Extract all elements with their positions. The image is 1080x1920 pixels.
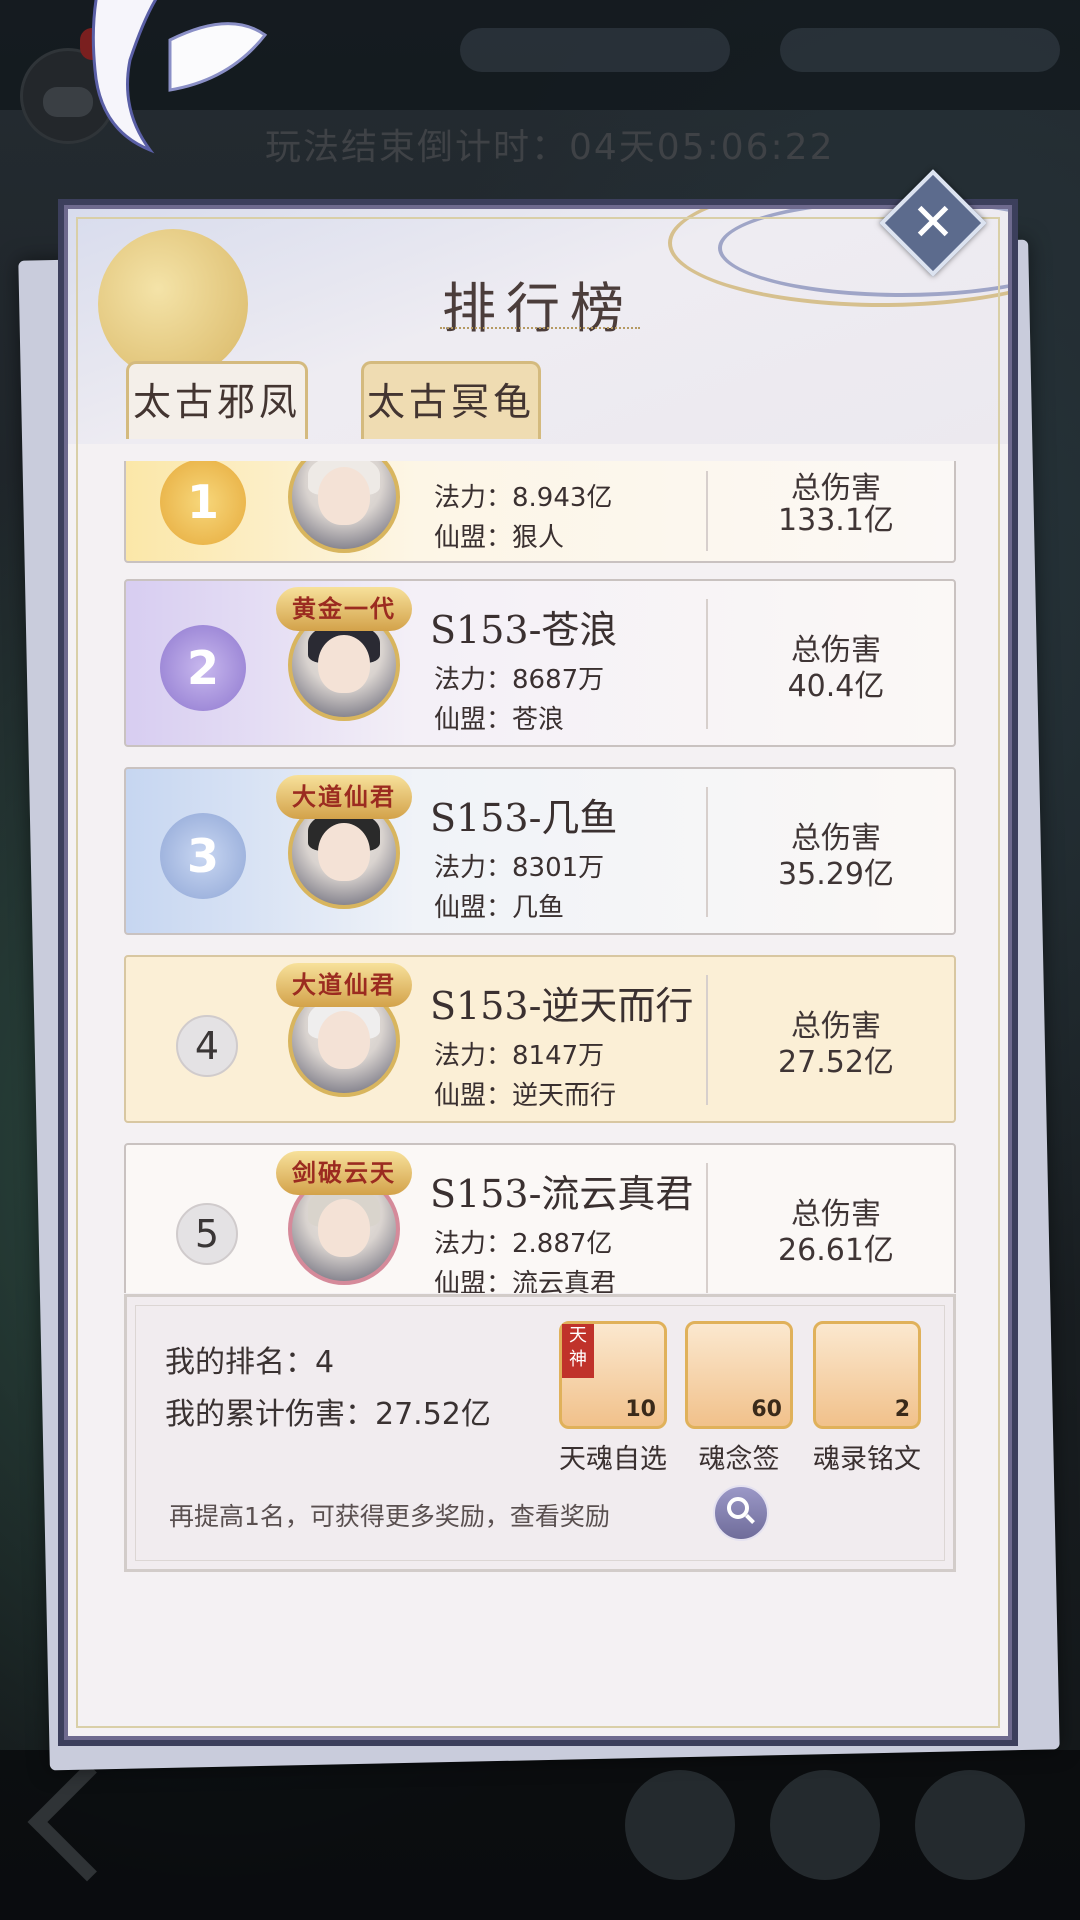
bottom-menu-icon-2[interactable]	[770, 1770, 880, 1880]
avatar-face	[318, 823, 370, 881]
leaderboard-panel: 排行榜 太古邪凤 太古冥龟 1 法力：8.943亿 仙盟：狠人 总伤害 133.…	[64, 205, 1012, 1740]
my-ranking-summary: 我的排名：4 我的累计伤害：27.52亿 天神 10 天魂自选 60 魂念签 2…	[124, 1294, 956, 1572]
title-crest: 黄金一代	[276, 587, 412, 631]
reward-label: 天魂自选	[559, 1444, 667, 1475]
rank-badge-blue: 3	[160, 813, 246, 899]
player-guild: 仙盟：狠人	[434, 523, 565, 553]
ranking-row[interactable]: 1 法力：8.943亿 仙盟：狠人 总伤害 133.1亿	[124, 461, 956, 563]
ranking-row[interactable]: 2 黄金一代 S153-苍浪 法力：8687万 仙盟：苍浪 总伤害 40.4亿	[124, 579, 956, 747]
player-name: S153-几鱼	[430, 796, 618, 840]
row-divider	[706, 975, 708, 1105]
player-power: 法力：8147万	[434, 1041, 605, 1071]
crane-decoration	[91, 0, 268, 154]
player-power: 法力：2.887亿	[434, 1229, 613, 1259]
reward-label: 魂录铭文	[813, 1444, 921, 1475]
title-crest: 大道仙君	[276, 963, 412, 1007]
search-icon	[727, 1497, 749, 1519]
player-name: S153-流云真君	[430, 1172, 694, 1216]
reward-count: 60	[751, 1397, 782, 1422]
rank-badge-purple: 2	[160, 625, 246, 711]
row-divider	[706, 599, 708, 729]
rank-badge-gold: 1	[160, 461, 246, 545]
reward-item-soul-ticket[interactable]: 60	[685, 1321, 793, 1429]
damage-value: 133.1亿	[778, 503, 894, 538]
row-divider	[706, 1163, 708, 1293]
player-guild: 仙盟：苍浪	[434, 705, 565, 735]
title-crest: 大道仙君	[276, 775, 412, 819]
avatar-face	[318, 467, 370, 525]
reward-item-soul-choice[interactable]: 天神 10	[559, 1321, 667, 1429]
reward-label: 魂念签	[698, 1444, 780, 1475]
player-power: 法力：8.943亿	[434, 483, 613, 513]
avatar-face	[318, 635, 370, 693]
player-power: 法力：8687万	[434, 665, 605, 695]
search-icon-handle	[745, 1514, 755, 1524]
reward-tag: 天神	[562, 1324, 594, 1378]
title-crest: 剑破云天	[276, 1151, 412, 1195]
event-countdown: 玩法结束倒计时：04天05:06:22	[265, 127, 835, 168]
my-rank: 我的排名：4	[165, 1345, 335, 1380]
bottom-menu-icon-3[interactable]	[915, 1770, 1025, 1880]
view-rewards-button[interactable]	[713, 1485, 769, 1541]
row-divider	[706, 471, 708, 551]
rank-number: 5	[176, 1203, 238, 1265]
player-guild: 仙盟：逆天而行	[434, 1081, 617, 1111]
player-guild: 仙盟：几鱼	[434, 893, 565, 923]
reward-count: 10	[625, 1397, 656, 1422]
title-underline	[440, 327, 640, 341]
damage-value: 40.4亿	[787, 669, 885, 704]
player-name: S153-苍浪	[430, 608, 618, 652]
resource-pill-1	[460, 28, 730, 72]
player-guild: 仙盟：流云真君	[434, 1269, 617, 1293]
ranking-row-self[interactable]: 4 大道仙君 S153-逆天而行 法力：8147万 仙盟：逆天而行 总伤害 27…	[124, 955, 956, 1123]
tab-nether-turtle[interactable]: 太古冥龟	[361, 361, 541, 439]
damage-value: 26.61亿	[778, 1233, 894, 1268]
ranking-row[interactable]: 3 大道仙君 S153-几鱼 法力：8301万 仙盟：几鱼 总伤害 35.29亿	[124, 767, 956, 935]
ranking-list[interactable]: 1 法力：8.943亿 仙盟：狠人 总伤害 133.1亿 2 黄金一代 S153…	[124, 461, 958, 1293]
player-name: S153-逆天而行	[430, 984, 694, 1028]
close-icon[interactable]: ✕	[895, 185, 971, 261]
tab-evil-phoenix[interactable]: 太古邪凤	[126, 361, 308, 439]
resource-pill-2	[780, 28, 1060, 72]
player-avatar	[288, 461, 400, 553]
ranking-row[interactable]: 5 剑破云天 S153-流云真君 法力：2.887亿 仙盟：流云真君 总伤害 2…	[124, 1143, 956, 1293]
reward-item-soul-inscription[interactable]: 2	[813, 1321, 921, 1429]
rank-number: 4	[176, 1015, 238, 1077]
player-power: 法力：8301万	[434, 853, 605, 883]
my-total-damage: 我的累计伤害：27.52亿	[165, 1397, 491, 1432]
damage-value: 27.52亿	[778, 1045, 894, 1080]
avatar-face	[318, 1199, 370, 1257]
reward-count: 2	[894, 1397, 910, 1422]
row-divider	[706, 787, 708, 917]
reward-hint: 再提高1名，可获得更多奖励，查看奖励	[169, 1502, 610, 1531]
bottom-menu-icon-1[interactable]	[625, 1770, 735, 1880]
avatar-face	[318, 1011, 370, 1069]
damage-value: 35.29亿	[778, 857, 894, 892]
